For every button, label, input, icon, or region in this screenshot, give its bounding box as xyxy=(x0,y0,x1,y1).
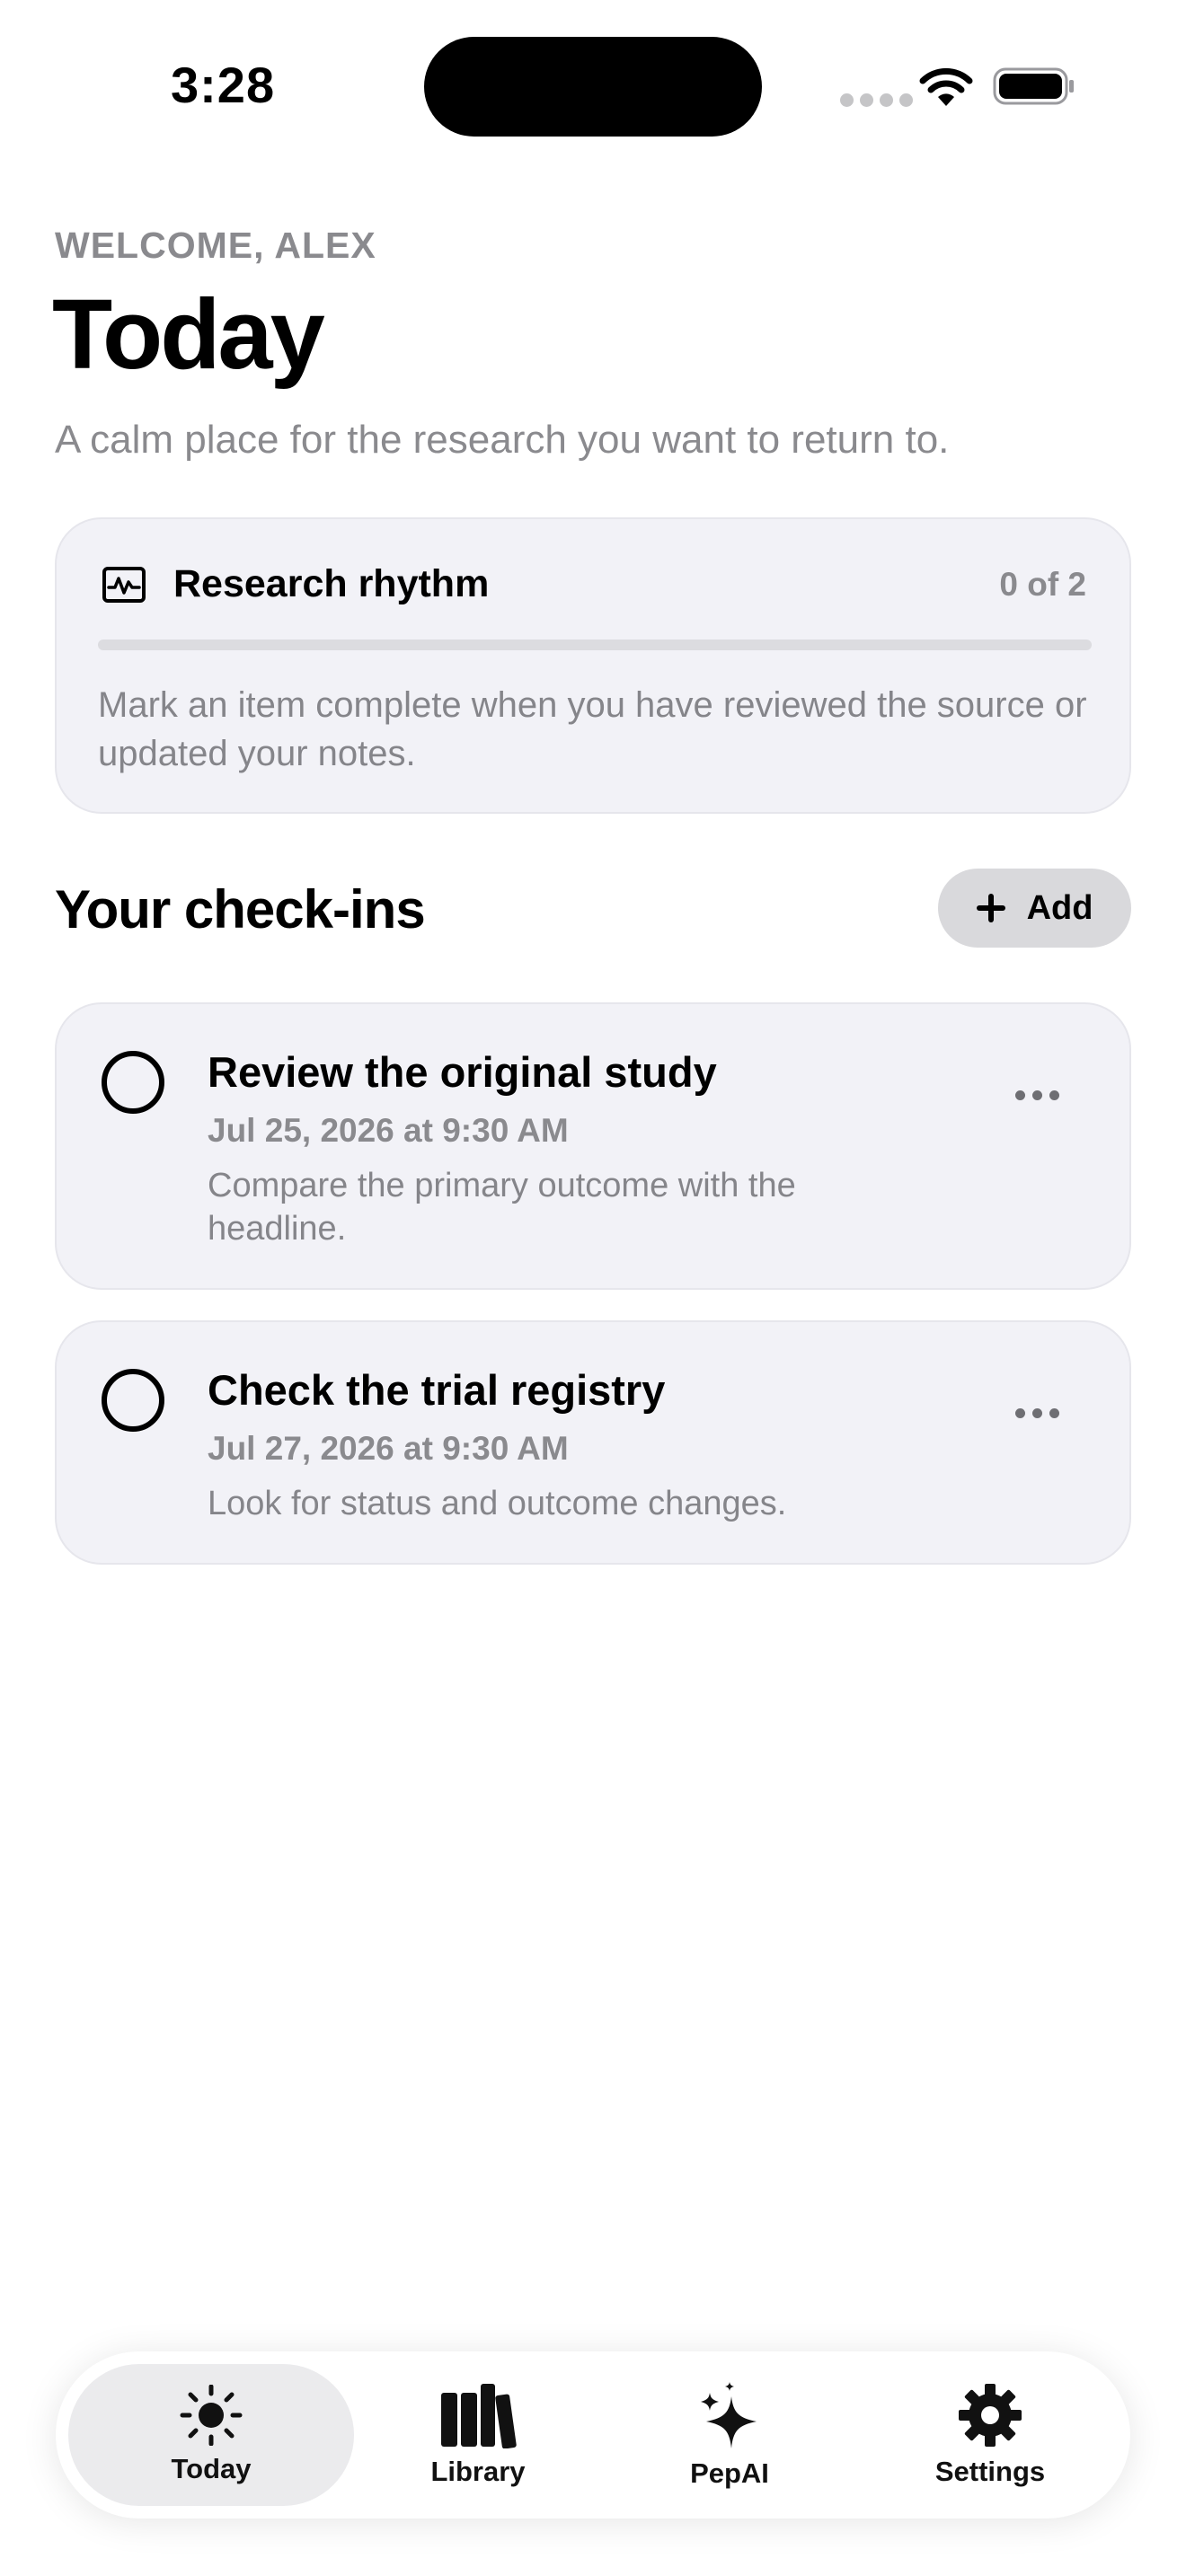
tab-label: Today xyxy=(171,2453,252,2484)
rhythm-count: 0 of 2 xyxy=(999,566,1086,603)
checkins-section-title: Your check-ins xyxy=(55,879,426,940)
page-subtitle: A calm place for the research you want t… xyxy=(55,418,950,462)
rhythm-progress-bar xyxy=(98,640,1092,650)
checkin-note: Look for status and outcome changes. xyxy=(208,1485,787,1522)
tab-label: PepAI xyxy=(690,2457,769,2489)
checkin-card[interactable]: Check the trial registry Jul 27, 2026 at… xyxy=(55,1320,1131,1565)
waveform-icon xyxy=(102,567,146,603)
research-rhythm-card: Research rhythm 0 of 2 Mark an item comp… xyxy=(55,517,1131,814)
tab-label: Settings xyxy=(934,2456,1046,2487)
sparkles-icon xyxy=(701,2382,757,2448)
more-options-icon[interactable] xyxy=(1015,1408,1059,1418)
battery-icon xyxy=(993,67,1074,105)
sun-icon xyxy=(180,2385,243,2446)
status-bar: 3:28 xyxy=(0,0,1186,162)
rhythm-description: Mark an item complete when you have revi… xyxy=(98,685,1087,773)
plus-icon xyxy=(976,894,1005,922)
more-options-icon[interactable] xyxy=(1015,1090,1059,1100)
books-icon xyxy=(441,2384,517,2448)
checkin-note: Compare the primary outcome with the hea… xyxy=(208,1167,796,1248)
complete-checkbox[interactable] xyxy=(102,1051,164,1114)
tab-pepai[interactable]: PepAI xyxy=(622,2364,837,2506)
tab-today[interactable]: Today xyxy=(68,2364,354,2506)
checkin-card[interactable]: Review the original study Jul 25, 2026 a… xyxy=(55,1002,1131,1290)
checkin-title: Check the trial registry xyxy=(208,1366,666,1414)
add-checkin-button[interactable]: Add xyxy=(938,869,1131,948)
checkin-title: Review the original study xyxy=(208,1048,717,1096)
welcome-label: WELCOME, ALEX xyxy=(55,225,376,266)
rhythm-title: Research rhythm xyxy=(173,562,490,605)
checkin-date: Jul 25, 2026 at 9:30 AM xyxy=(208,1112,569,1149)
checkin-date: Jul 27, 2026 at 9:30 AM xyxy=(208,1430,569,1467)
status-time: 3:28 xyxy=(171,57,276,113)
tab-label: Library xyxy=(430,2456,526,2487)
gear-icon xyxy=(959,2384,1022,2447)
cellular-signal-icon xyxy=(840,93,913,107)
tab-settings[interactable]: Settings xyxy=(873,2364,1107,2506)
wifi-icon xyxy=(919,67,973,106)
add-button-label: Add xyxy=(1026,888,1093,927)
tab-library[interactable]: Library xyxy=(370,2364,586,2506)
dynamic-island xyxy=(424,37,762,137)
page-title: Today xyxy=(52,279,325,390)
complete-checkbox[interactable] xyxy=(102,1369,164,1432)
tab-bar: Today Library PepAI Settings xyxy=(56,2351,1130,2519)
